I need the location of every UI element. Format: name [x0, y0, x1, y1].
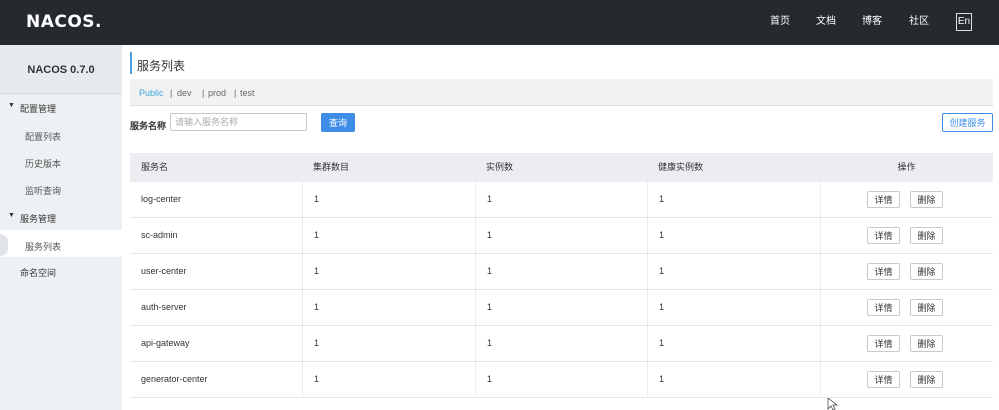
cell-service-name: sc-admin: [141, 230, 178, 240]
detail-button[interactable]: 详情: [867, 227, 900, 244]
cell-service-name: api-gateway: [141, 338, 190, 348]
delete-button[interactable]: 删除: [910, 191, 943, 208]
sidebar: NACOS 0.7.0 ▼ 配置管理 配置列表 历史版本 监听查询 ▼ 服务管理…: [0, 45, 122, 410]
detail-button[interactable]: 详情: [867, 371, 900, 388]
table-row: auth-server 1 1 1 详情 删除: [130, 290, 993, 326]
delete-button[interactable]: 删除: [910, 371, 943, 388]
table-row: log-center 1 1 1 详情 删除: [130, 182, 993, 218]
column-header-healthy: 健康实例数: [658, 162, 704, 172]
column-header-clusters: 集群数目: [313, 162, 350, 172]
namespace-separator: |: [202, 88, 205, 98]
namespace-prod[interactable]: prod: [208, 88, 226, 98]
cell-service-name: log-center: [141, 194, 182, 204]
mouse-cursor-icon: [827, 398, 839, 410]
cell-service-name: generator-center: [141, 374, 208, 384]
sidebar-group-config[interactable]: 配置管理: [20, 102, 56, 115]
sidebar-group-service[interactable]: 服务管理: [20, 212, 56, 225]
nav-blog[interactable]: 博客: [862, 15, 882, 29]
namespace-public[interactable]: Public: [139, 88, 164, 98]
caret-down-icon[interactable]: ▼: [8, 102, 15, 109]
cell-actions: [820, 182, 993, 217]
column-header-actions: 操作: [897, 162, 916, 172]
namespace-test[interactable]: test: [240, 88, 255, 98]
service-name-label: 服务名称: [130, 121, 167, 131]
sidebar-item-history[interactable]: 历史版本: [25, 157, 61, 170]
cell-healthy: 1: [647, 254, 820, 289]
detail-button[interactable]: 详情: [867, 263, 900, 280]
namespace-separator: |: [170, 88, 173, 98]
cell-clusters: 1: [302, 254, 475, 289]
detail-button[interactable]: 详情: [867, 299, 900, 316]
table-row: generator-center 1 1 1 详情 删除: [130, 362, 993, 398]
cell-instances: 1: [475, 290, 647, 325]
cell-instances: 1: [475, 362, 647, 397]
sidebar-item-service-list[interactable]: 服务列表: [25, 240, 61, 253]
cell-healthy: 1: [647, 218, 820, 253]
cell-healthy: 1: [647, 290, 820, 325]
namespace-dev[interactable]: dev: [177, 88, 192, 98]
nav-docs[interactable]: 文档: [816, 15, 836, 29]
cell-actions: [820, 290, 993, 325]
title-accent-bar: [130, 52, 132, 74]
cell-clusters: 1: [302, 182, 475, 217]
nav-community[interactable]: 社区: [909, 15, 929, 29]
table-row: api-gateway 1 1 1 详情 删除: [130, 326, 993, 362]
cell-service-name: auth-server: [141, 302, 187, 312]
detail-button[interactable]: 详情: [867, 191, 900, 208]
sidebar-header: NACOS 0.7.0: [0, 45, 122, 94]
cell-clusters: 1: [302, 326, 475, 361]
page-title: 服务列表: [137, 59, 186, 73]
query-button[interactable]: 查询: [321, 113, 355, 132]
service-name-input[interactable]: [170, 113, 307, 131]
detail-button[interactable]: 详情: [867, 335, 900, 352]
cell-instances: 1: [475, 254, 647, 289]
table-row: user-center 1 1 1 详情 删除: [130, 254, 993, 290]
column-header-service-name: 服务名: [141, 162, 169, 172]
namespace-separator: |: [234, 88, 237, 98]
cell-clusters: 1: [302, 218, 475, 253]
cell-instances: 1: [475, 326, 647, 361]
table-header: 服务名 集群数目 实例数 健康实例数 操作: [130, 153, 993, 182]
cell-clusters: 1: [302, 290, 475, 325]
nacos-logo[interactable]: NACOS.: [26, 12, 102, 32]
cell-service-name: user-center: [141, 266, 187, 276]
delete-button[interactable]: 删除: [910, 299, 943, 316]
caret-down-icon[interactable]: ▼: [8, 212, 15, 219]
cell-healthy: 1: [647, 362, 820, 397]
active-tab-notch: [0, 234, 8, 256]
top-navbar: NACOS. 首页 文档 博客 社区 En: [0, 0, 999, 45]
namespace-bar: Public | dev | prod | test: [130, 79, 993, 106]
create-service-button[interactable]: 创建服务: [942, 113, 993, 132]
cell-instances: 1: [475, 218, 647, 253]
cell-actions: [820, 218, 993, 253]
nav-home[interactable]: 首页: [770, 15, 790, 29]
cell-clusters: 1: [302, 362, 475, 397]
sidebar-item-config-list[interactable]: 配置列表: [25, 130, 61, 143]
cell-actions: [820, 326, 993, 361]
cell-healthy: 1: [647, 182, 820, 217]
column-header-instances: 实例数: [486, 162, 514, 172]
delete-button[interactable]: 删除: [910, 263, 943, 280]
cell-healthy: 1: [647, 326, 820, 361]
sidebar-title: NACOS 0.7.0: [27, 64, 95, 76]
delete-button[interactable]: 删除: [910, 227, 943, 244]
sidebar-item-namespace[interactable]: 命名空间: [20, 266, 56, 279]
cell-actions: [820, 254, 993, 289]
delete-button[interactable]: 删除: [910, 335, 943, 352]
cell-instances: 1: [475, 182, 647, 217]
language-toggle[interactable]: En: [956, 13, 972, 31]
cell-actions: [820, 362, 993, 397]
sidebar-item-listener[interactable]: 监听查询: [25, 184, 61, 197]
table-row: sc-admin 1 1 1 详情 删除: [130, 218, 993, 254]
